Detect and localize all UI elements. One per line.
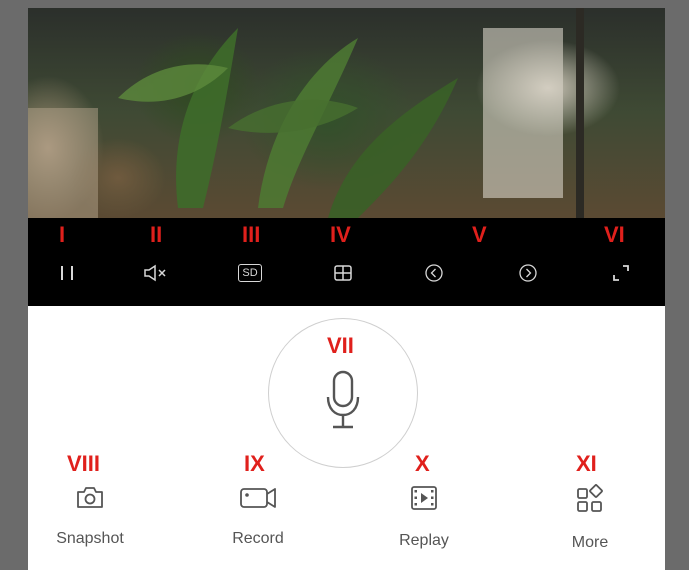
marker-replay: X — [415, 451, 430, 476]
previous-button[interactable] — [419, 260, 449, 286]
snapshot-action[interactable]: VIII Snapshot — [30, 453, 150, 548]
previous-icon — [425, 264, 443, 282]
fullscreen-button[interactable] — [606, 260, 636, 286]
playback-control-bar: I II III SD IV V VI — [28, 218, 665, 306]
video-plants-image — [28, 8, 584, 218]
marker-quality: III — [242, 222, 261, 247]
live-video-feed[interactable] — [28, 8, 665, 218]
marker-navigate: V — [472, 222, 487, 247]
record-action[interactable]: IX Record — [198, 453, 318, 548]
more-action[interactable]: XI More — [530, 453, 650, 552]
replay-film-icon — [411, 486, 437, 510]
more-apps-icon — [577, 484, 603, 512]
next-icon — [519, 264, 537, 282]
marker-talk: VII — [327, 333, 354, 358]
talk-button[interactable]: VII — [268, 318, 418, 468]
speaker-muted-icon — [144, 264, 166, 282]
video-camera-icon — [240, 488, 276, 508]
pause-button[interactable] — [52, 260, 82, 286]
marker-more: XI — [576, 451, 597, 476]
fullscreen-icon — [613, 265, 629, 281]
next-button[interactable] — [513, 260, 543, 286]
more-label: More — [571, 534, 609, 551]
pause-icon — [61, 266, 73, 280]
camera-icon — [77, 487, 103, 508]
marker-mute: II — [150, 222, 163, 247]
replay-action[interactable]: X Replay — [364, 453, 484, 550]
camera-app-frame: I II III SD IV V VI VII VIII Snapshot IX… — [28, 8, 665, 570]
record-label: Record — [232, 530, 284, 547]
snapshot-label: Snapshot — [56, 530, 124, 547]
mute-button[interactable] — [141, 260, 171, 286]
layout-grid-button[interactable] — [328, 260, 358, 286]
quality-sd-button[interactable]: SD — [235, 260, 265, 286]
microphone-icon — [326, 370, 360, 429]
marker-layout: IV — [330, 222, 351, 247]
sd-quality-icon: SD — [238, 264, 262, 282]
marker-pause: I — [59, 222, 66, 247]
grid-icon — [334, 265, 352, 281]
marker-snapshot: VIII — [67, 451, 101, 476]
marker-fullscreen: VI — [604, 222, 625, 247]
replay-label: Replay — [399, 532, 449, 549]
marker-record: IX — [244, 451, 265, 476]
